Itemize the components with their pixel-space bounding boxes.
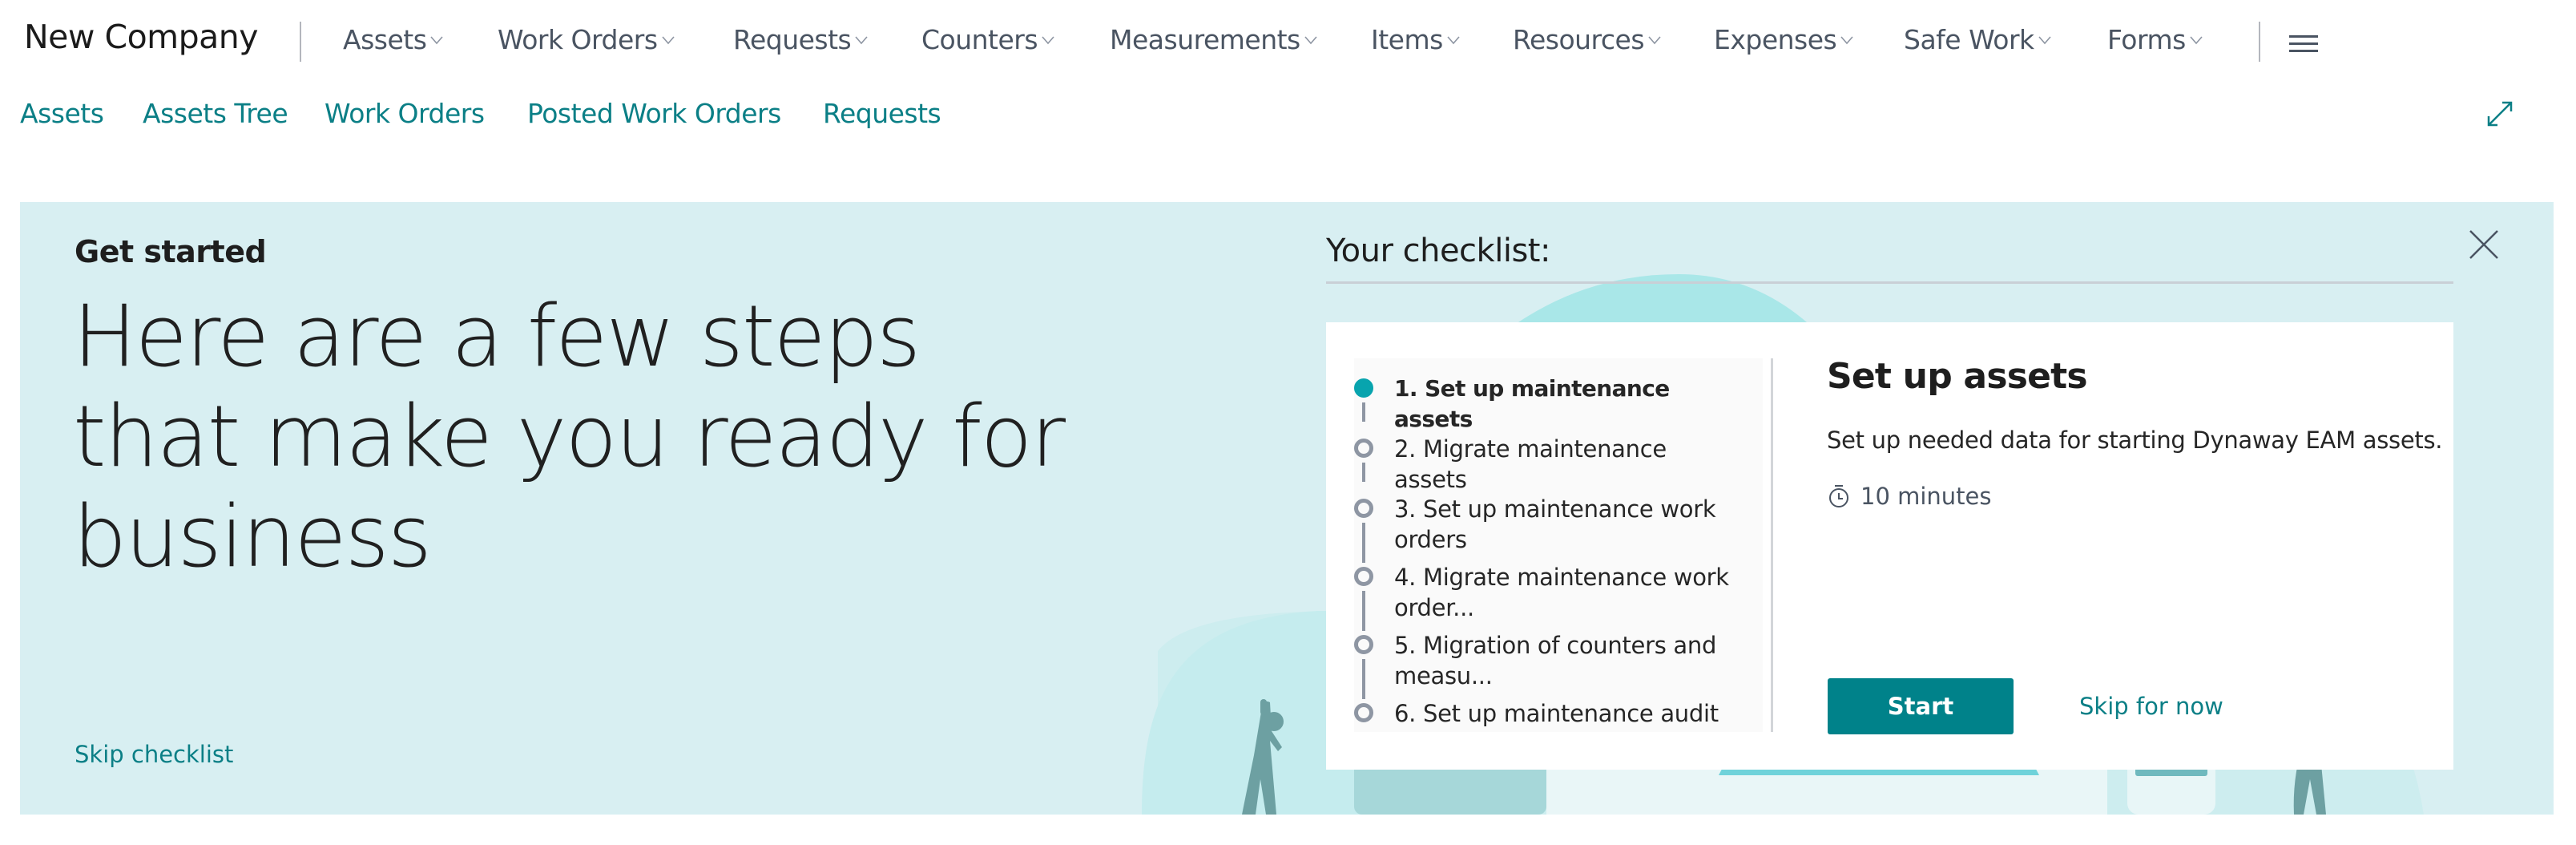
chevron-down-icon [1304,35,1317,44]
step-pending-icon [1354,703,1373,722]
step-connector [1362,523,1365,563]
step-label: 1. Set up maintenance assets [1394,375,1670,432]
nav-label: Forms [2107,24,2186,55]
step-pending-icon [1354,567,1373,586]
step-duration-text: 10 minutes [1860,483,1992,510]
step-label: 5. Migration of counters and measu... [1394,632,1717,689]
nav-work-orders[interactable]: Work Orders [498,24,675,55]
main-nav: Assets Work Orders Requests Counters Mea… [0,24,2243,59]
subnav-assets[interactable]: Assets [20,98,104,129]
card-divider [1771,358,1773,732]
nav-label: Counters [921,24,1038,55]
subnav-posted-work-orders[interactable]: Posted Work Orders [527,98,781,129]
step-duration: 10 minutes [1827,483,1992,510]
banner-headline: Here are a few steps that make you ready… [73,287,1066,586]
step-pending-icon [1354,439,1373,458]
nav-items[interactable]: Items [1371,24,1461,55]
nav-label: Requests [733,24,852,55]
chevron-down-icon [2190,35,2203,44]
stopwatch-icon [1829,485,1848,507]
chevron-down-icon [1648,35,1661,44]
get-started-banner: Get started Here are a few steps that ma… [20,202,2554,815]
chevron-down-icon [430,35,444,44]
subnav-assets-tree[interactable]: Assets Tree [143,98,288,129]
start-button[interactable]: Start [1828,678,2014,734]
nav-label: Items [1371,24,1443,55]
subnav-requests[interactable]: Requests [823,98,941,129]
hamburger-icon[interactable] [2289,35,2318,53]
nav-label: Safe Work [1904,24,2034,55]
step-connector [1362,463,1365,482]
nav-requests[interactable]: Requests [733,24,869,55]
banner-eyebrow: Get started [75,234,267,269]
chevron-down-icon [1042,35,1054,44]
step-label: 2. Migrate maintenance assets [1394,435,1667,493]
chevron-down-icon [1840,35,1853,44]
checklist-steps: 1. Set up maintenance assets 2. Migrate … [1354,358,1763,732]
step-label: 6. Set up maintenance audit trail [1394,700,1719,732]
nav-expenses[interactable]: Expenses [1714,24,1854,55]
nav-forms[interactable]: Forms [2107,24,2203,55]
close-icon[interactable] [2465,226,2502,263]
step-label: 4. Migrate maintenance work order... [1394,564,1729,621]
nav-resources[interactable]: Resources [1513,24,1662,55]
nav-safe-work[interactable]: Safe Work [1904,24,2052,55]
step-connector [1362,402,1365,422]
nav-assets[interactable]: Assets [343,24,444,55]
chevron-down-icon [661,35,675,44]
nav-label: Measurements [1110,24,1300,55]
step-connector [1362,659,1365,699]
nav-measurements[interactable]: Measurements [1110,24,1318,55]
checklist-card: 1. Set up maintenance assets 2. Migrate … [1326,322,2453,770]
skip-for-now-link[interactable]: Skip for now [2079,693,2223,720]
expand-icon[interactable] [2484,98,2516,130]
chevron-down-icon [1447,35,1460,44]
step-label: 3. Set up maintenance work orders [1394,495,1716,553]
chevron-down-icon [2038,35,2051,44]
nav-label: Work Orders [498,24,658,55]
step-detail-description: Set up needed data for starting Dynaway … [1827,427,2443,454]
step-pending-icon [1354,499,1373,518]
chevron-down-icon [855,35,868,44]
header-divider-right [2259,22,2260,62]
skip-checklist-link[interactable]: Skip checklist [75,741,233,768]
nav-label: Expenses [1714,24,1837,55]
checklist-title: Your checklist: [1326,232,1550,269]
checklist-divider [1326,281,2453,284]
step-pending-icon [1354,635,1373,654]
nav-label: Assets [343,24,427,55]
step-active-icon [1354,378,1373,398]
nav-counters[interactable]: Counters [921,24,1055,55]
step-detail-title: Set up assets [1827,356,2088,397]
subnav-work-orders[interactable]: Work Orders [325,98,485,129]
nav-label: Resources [1513,24,1645,55]
step-connector [1362,591,1365,631]
